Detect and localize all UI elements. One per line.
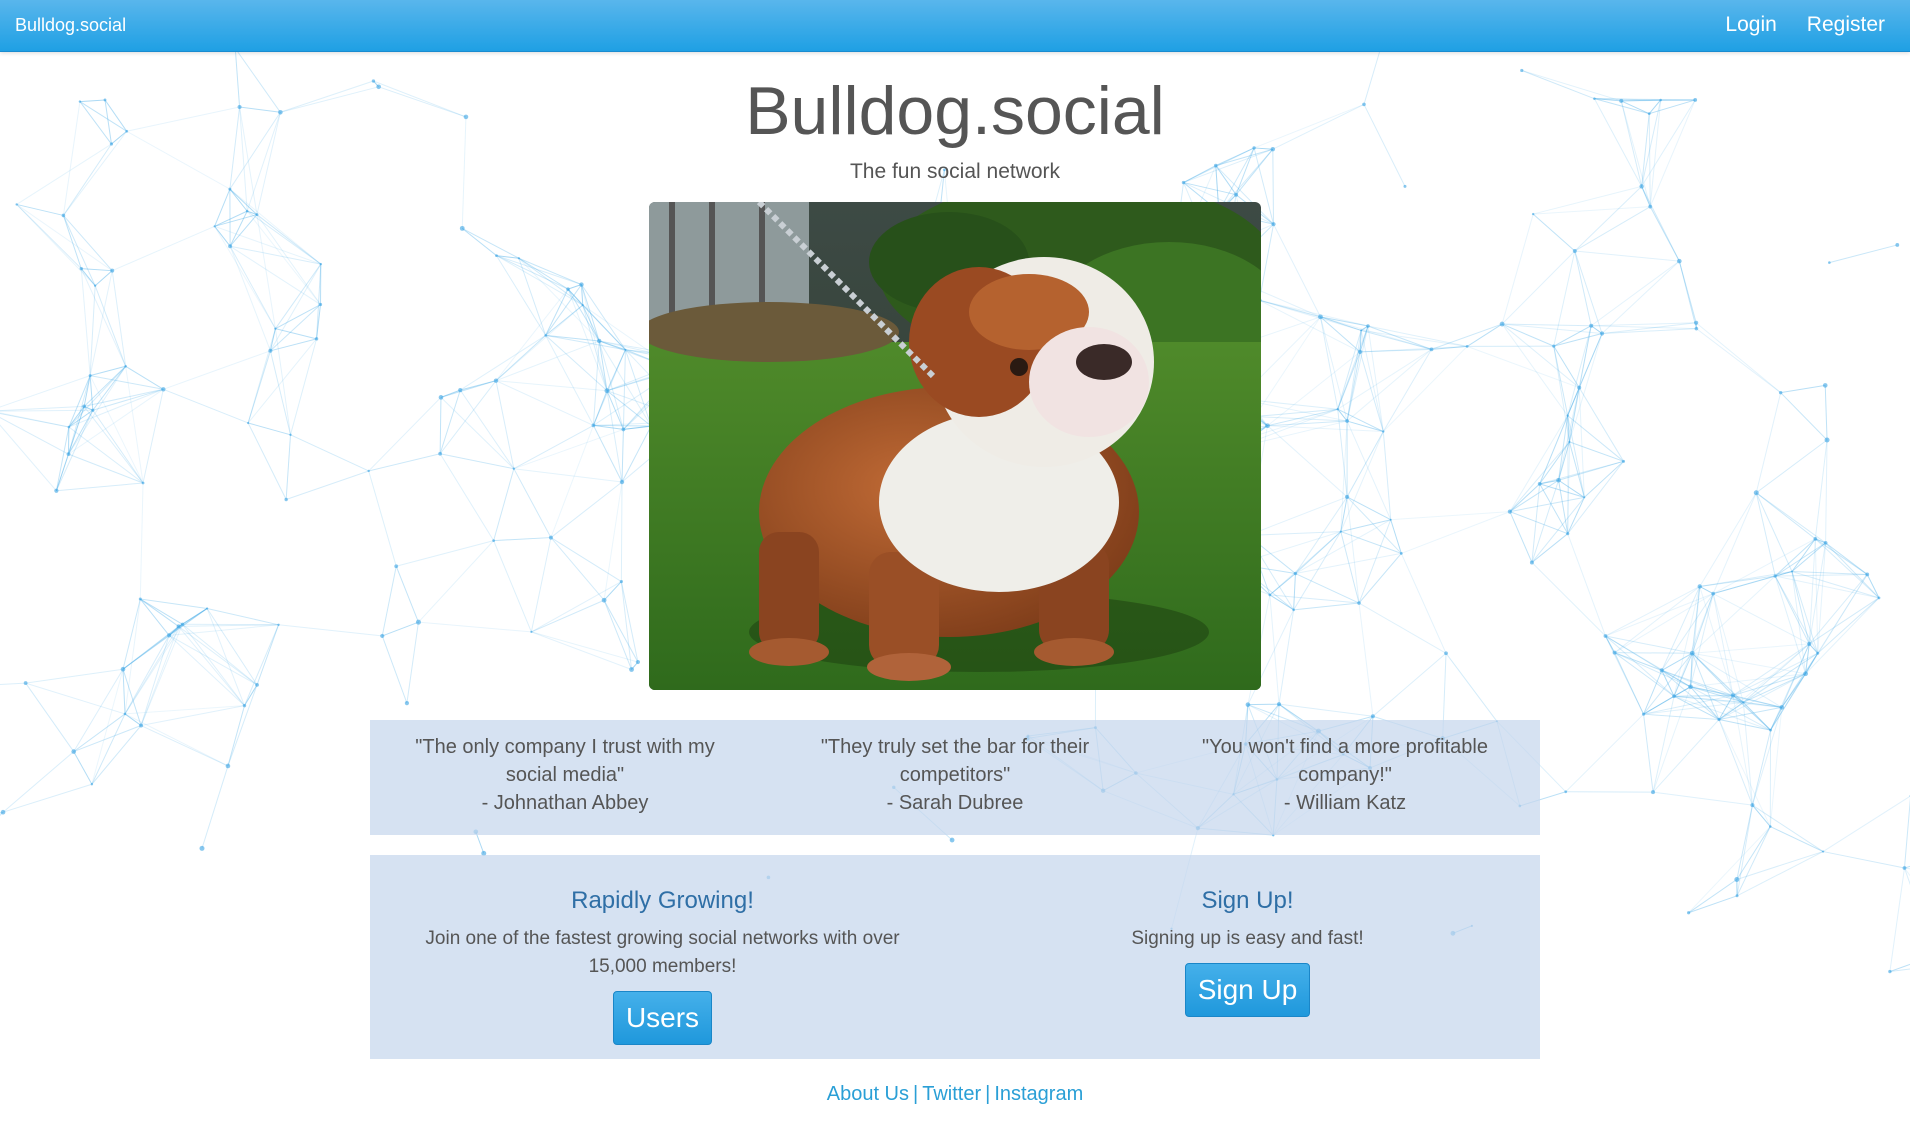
testimonial: "The only company I trust with my social…	[370, 720, 760, 835]
footer-separator: |	[913, 1083, 919, 1105]
testimonial: "They truly set the bar for their compet…	[760, 720, 1150, 835]
testimonial-quote: "They truly set the bar for their compet…	[820, 736, 1090, 786]
testimonial-quote: "The only company I trust with my social…	[415, 736, 715, 786]
page-tagline: The fun social network	[849, 160, 1061, 183]
feature-growing-text: Join one of the fastest growing social n…	[425, 928, 900, 977]
footer-separator: |	[985, 1083, 991, 1105]
feature-signup-heading: Sign Up!	[1201, 887, 1294, 914]
register-link[interactable]: Register	[1807, 13, 1885, 37]
login-link[interactable]: Login	[1725, 13, 1776, 37]
feature-signup: Sign Up! Signing up is easy and fast! Si…	[955, 855, 1540, 1059]
testimonial-author: - William Katz	[1283, 792, 1407, 814]
feature-signup-text: Signing up is easy and fast!	[1131, 928, 1364, 949]
features-panel: Rapidly Growing! Join one of the fastest…	[370, 855, 1540, 1059]
testimonial-author: - Johnathan Abbey	[481, 792, 649, 814]
navbar: Bulldog.social Login Register	[0, 0, 1910, 52]
navbar-brand[interactable]: Bulldog.social	[15, 15, 126, 36]
feature-growing-heading: Rapidly Growing!	[571, 887, 754, 914]
main-content: Bulldog.social The fun social network "T…	[0, 0, 1910, 1128]
bulldog-photo	[649, 202, 1261, 690]
testimonial: "You won't find a more profitable compan…	[1150, 720, 1540, 835]
users-button[interactable]: Users	[612, 991, 713, 1045]
footer: About Us | Twitter | Instagram	[0, 1083, 1910, 1106]
testimonials: "The only company I trust with my social…	[370, 720, 1540, 835]
testimonial-author: - Sarah Dubree	[886, 792, 1024, 814]
navbar-links: Login Register	[1725, 13, 1885, 37]
page-title: Bulldog.social	[745, 73, 1165, 149]
feature-growing: Rapidly Growing! Join one of the fastest…	[370, 855, 955, 1059]
footer-about-link[interactable]: About Us	[827, 1083, 909, 1105]
testimonial-quote: "You won't find a more profitable compan…	[1202, 736, 1488, 786]
footer-instagram-link[interactable]: Instagram	[994, 1083, 1083, 1105]
footer-twitter-link[interactable]: Twitter	[922, 1083, 981, 1105]
sign-up-button[interactable]: Sign Up	[1184, 963, 1311, 1017]
